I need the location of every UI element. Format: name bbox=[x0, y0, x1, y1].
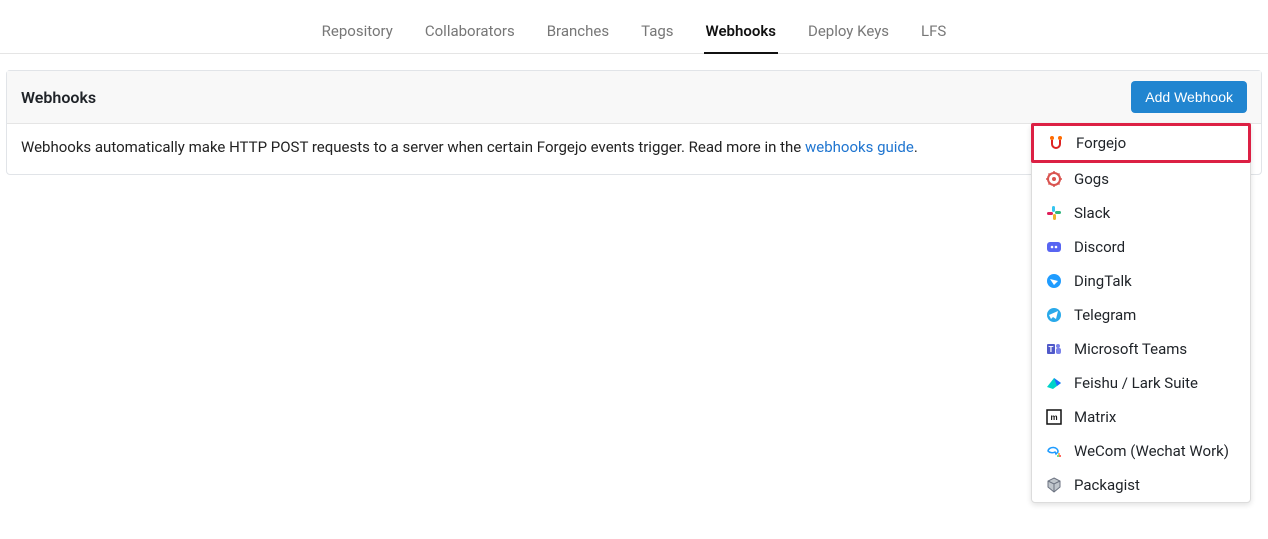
svg-text:T: T bbox=[1049, 345, 1054, 354]
dropdown-item-label: Discord bbox=[1074, 238, 1125, 256]
packagist-icon bbox=[1046, 477, 1062, 493]
dropdown-item-wecom[interactable]: WeCom (Wechat Work) bbox=[1032, 434, 1250, 468]
panel-header: Webhooks Add Webhook bbox=[7, 71, 1261, 124]
panel-body-suffix: . bbox=[914, 138, 918, 156]
dropdown-item-label: Gogs bbox=[1074, 170, 1109, 188]
discord-icon bbox=[1046, 239, 1062, 255]
dropdown-item-packagist[interactable]: Packagist bbox=[1032, 468, 1250, 502]
dropdown-item-label: WeCom (Wechat Work) bbox=[1074, 442, 1229, 460]
tab-lfs[interactable]: LFS bbox=[919, 12, 948, 53]
panel-body-text: Webhooks automatically make HTTP POST re… bbox=[21, 138, 805, 156]
add-webhook-button[interactable]: Add Webhook bbox=[1131, 81, 1247, 113]
dropdown-item-msteams[interactable]: T Microsoft Teams bbox=[1032, 332, 1250, 366]
dropdown-item-label: Forgejo bbox=[1076, 134, 1126, 152]
dropdown-item-telegram[interactable]: Telegram bbox=[1032, 298, 1250, 332]
add-webhook-dropdown: Forgejo Gogs Slack Discord bbox=[1031, 123, 1251, 503]
slack-icon bbox=[1046, 205, 1062, 221]
tab-collaborators[interactable]: Collaborators bbox=[423, 12, 517, 53]
dropdown-item-forgejo[interactable]: Forgejo bbox=[1031, 123, 1251, 163]
telegram-icon bbox=[1046, 307, 1062, 323]
tab-tags[interactable]: Tags bbox=[639, 12, 675, 53]
webhooks-guide-link[interactable]: webhooks guide bbox=[805, 138, 914, 156]
tab-branches[interactable]: Branches bbox=[545, 12, 611, 53]
settings-tabs: Repository Collaborators Branches Tags W… bbox=[0, 12, 1268, 54]
webhooks-panel: Webhooks Add Webhook Webhooks automatica… bbox=[6, 70, 1262, 175]
dropdown-item-feishu[interactable]: Feishu / Lark Suite bbox=[1032, 366, 1250, 400]
dropdown-item-gogs[interactable]: Gogs bbox=[1032, 162, 1250, 196]
msteams-icon: T bbox=[1046, 341, 1062, 357]
tab-webhooks[interactable]: Webhooks bbox=[704, 12, 778, 54]
svg-text:m: m bbox=[1050, 413, 1057, 422]
dropdown-item-label: Feishu / Lark Suite bbox=[1074, 374, 1198, 392]
dropdown-item-label: Slack bbox=[1074, 204, 1110, 222]
panel-title: Webhooks bbox=[21, 88, 96, 107]
dropdown-item-slack[interactable]: Slack bbox=[1032, 196, 1250, 230]
dropdown-item-label: Telegram bbox=[1074, 306, 1136, 324]
dropdown-item-matrix[interactable]: m Matrix bbox=[1032, 400, 1250, 434]
dropdown-item-label: Packagist bbox=[1074, 476, 1140, 494]
dropdown-item-label: DingTalk bbox=[1074, 272, 1132, 290]
dropdown-item-label: Microsoft Teams bbox=[1074, 340, 1187, 358]
dropdown-item-dingtalk[interactable]: DingTalk bbox=[1032, 264, 1250, 298]
dropdown-item-label: Matrix bbox=[1074, 408, 1116, 426]
tab-deploy-keys[interactable]: Deploy Keys bbox=[806, 12, 891, 53]
dropdown-item-discord[interactable]: Discord bbox=[1032, 230, 1250, 264]
matrix-icon: m bbox=[1046, 409, 1062, 425]
dingtalk-icon bbox=[1046, 273, 1062, 289]
wecom-icon bbox=[1046, 443, 1062, 459]
gogs-icon bbox=[1046, 171, 1062, 187]
tab-repository[interactable]: Repository bbox=[320, 12, 395, 53]
forgejo-icon bbox=[1048, 135, 1064, 151]
feishu-icon bbox=[1046, 375, 1062, 391]
